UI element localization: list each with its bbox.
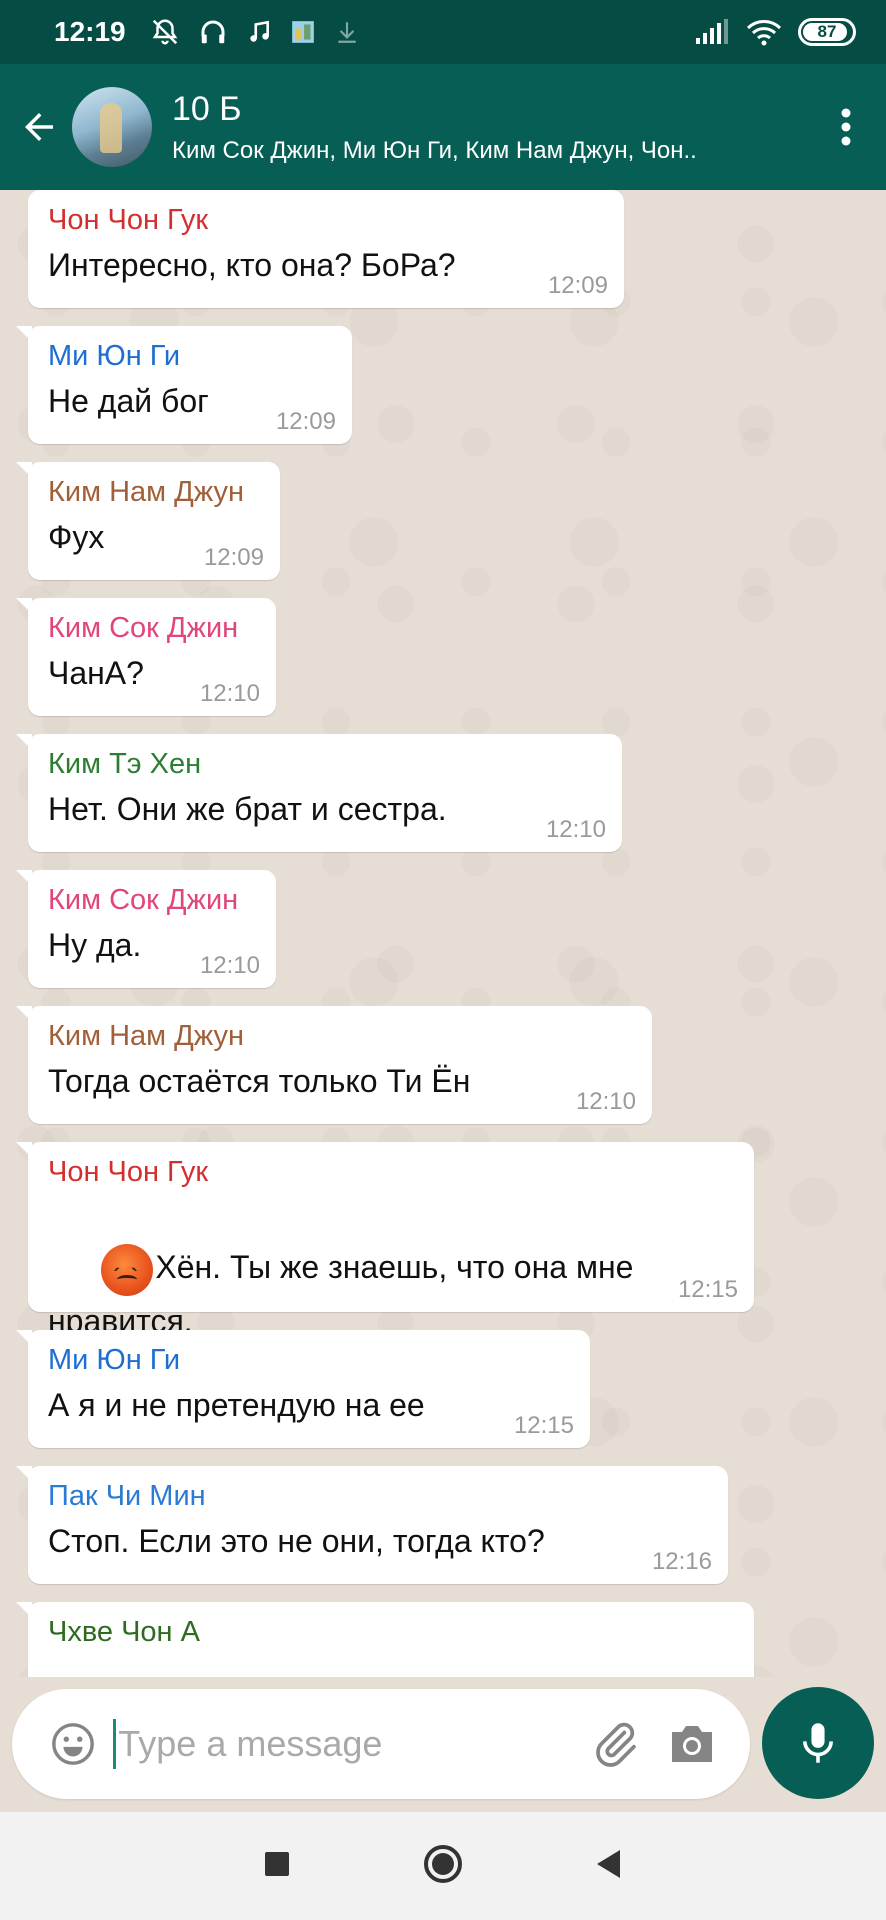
message-bubble[interactable]: Ким Сок Джин Ну да. 12:10 [16,870,276,988]
message-bubble[interactable]: Ким Нам Джун Фух 12:09 [16,462,280,580]
message-bubble[interactable]: Ми Юн Ги Не дай бог 12:09 [16,326,352,444]
battery-indicator: 87 [798,18,856,46]
message-sender: Чон Чон Гук [48,204,209,236]
message-sender: Ким Сок Джин [48,612,239,644]
message-bubble[interactable]: Чхве Чон А [16,1602,754,1677]
square-icon [265,1851,289,1876]
message-time: 12:10 [575,1088,636,1115]
status-time: 12:19 [54,16,126,47]
status-icons-left [150,17,360,47]
more-options-button[interactable] [814,64,878,190]
message-text: Тогда остаётся только Ти Ён [48,1063,471,1099]
home-button[interactable] [422,1843,464,1890]
message-text: А я и не претендую на ее [48,1387,425,1423]
message-text: Интересно, кто она? БоРа? [48,247,456,283]
message-bubble[interactable]: Ким Сок Джин ЧанА? 12:10 [16,598,276,716]
chat-header: 10 Б Ким Сок Джин, Ми Юн Ги, Ким Нам Джу… [0,64,886,190]
message-sender: Чон Чон Гук [48,1156,209,1188]
camera-icon [672,1726,713,1762]
angry-face-emoji-icon [101,1243,154,1302]
recents-button[interactable] [262,1849,292,1884]
chat-info[interactable]: 10 Б Ким Сок Джин, Ми Юн Ги, Ким Нам Джу… [172,90,814,165]
message-sender: Ким Сок Джин [48,884,239,916]
message-bubble[interactable]: Ким Нам Джун Тогда остаётся только Ти Ён… [16,1006,652,1124]
triangle-back-icon [597,1849,620,1878]
compose-bar [0,1677,886,1807]
download-icon [337,22,356,43]
back-button[interactable] [6,64,72,190]
message-bubble[interactable]: Чон Чон Гук Хён. Ты же знаешь, что она м… [16,1142,754,1339]
message-time: 12:16 [651,1548,712,1575]
message-input-container [12,1689,750,1799]
message-sender: Ким Нам Джун [48,476,245,508]
gallery-icon [291,21,314,43]
message-sender: Пак Чи Мин [48,1480,206,1512]
camera-button[interactable] [661,1721,724,1767]
attach-button[interactable] [583,1719,646,1769]
message-time: 12:15 [513,1412,574,1439]
wifi-icon [746,20,782,46]
microphone-icon [803,1723,833,1763]
music-note-icon [249,20,269,42]
message-sender: Ми Юн Ги [48,340,181,372]
group-avatar[interactable] [72,87,152,167]
paperclip-icon [596,1722,636,1767]
back-nav-button[interactable] [594,1848,624,1885]
more-vertical-icon [841,108,851,146]
system-navigation-bar [0,1812,886,1920]
headphones-icon [201,20,225,44]
message-time: 12:09 [547,272,608,299]
message-bubble[interactable]: Чон Чон Гук Интересно, кто она? БоРа? 12… [28,190,624,308]
back-arrow-icon [25,113,53,141]
chat-members: Ким Сок Джин, Ми Юн Ги, Ким Нам Джун, Чо… [172,136,697,164]
message-time: 12:09 [275,408,336,435]
signal-icon [696,19,728,44]
message-input[interactable] [116,1723,584,1765]
message-sender: Ми Юн Ги [48,1344,181,1376]
message-sender: Ким Нам Джун [48,1020,245,1052]
emoji-button[interactable] [38,1721,107,1767]
message-time: 12:10 [199,680,260,707]
voice-record-button[interactable] [762,1687,874,1799]
message-time: 12:15 [677,1276,738,1303]
circle-icon [424,1844,462,1883]
message-bubble[interactable]: Пак Чи Мин Стоп. Если это не они, тогда … [16,1466,728,1584]
status-icons-right: 87 [694,18,856,46]
message-sender: Ким Тэ Хен [48,748,202,780]
message-text: Нет. Они же брат и сестра. [48,791,447,827]
message-bubble[interactable]: Ким Тэ Хен Нет. Они же брат и сестра. 12… [16,734,622,852]
message-bubble[interactable]: Ми Юн Ги А я и не претендую на ее 12:15 [16,1330,590,1448]
message-sender: Чхве Чон А [48,1616,200,1648]
chat-messages[interactable]: Чон Чон Гук Интересно, кто она? БоРа? 12… [0,190,886,1677]
mute-icon [152,19,177,45]
message-time: 12:09 [203,544,264,571]
chat-title: 10 Б [172,89,242,128]
message-time: 12:10 [199,952,260,979]
message-time: 12:10 [545,816,606,843]
status-bar: 12:19 87 [0,0,886,64]
battery-level: 87 [817,22,837,41]
smiley-icon [51,1723,94,1765]
message-text: Стоп. Если это не они, тогда кто? [48,1523,545,1559]
